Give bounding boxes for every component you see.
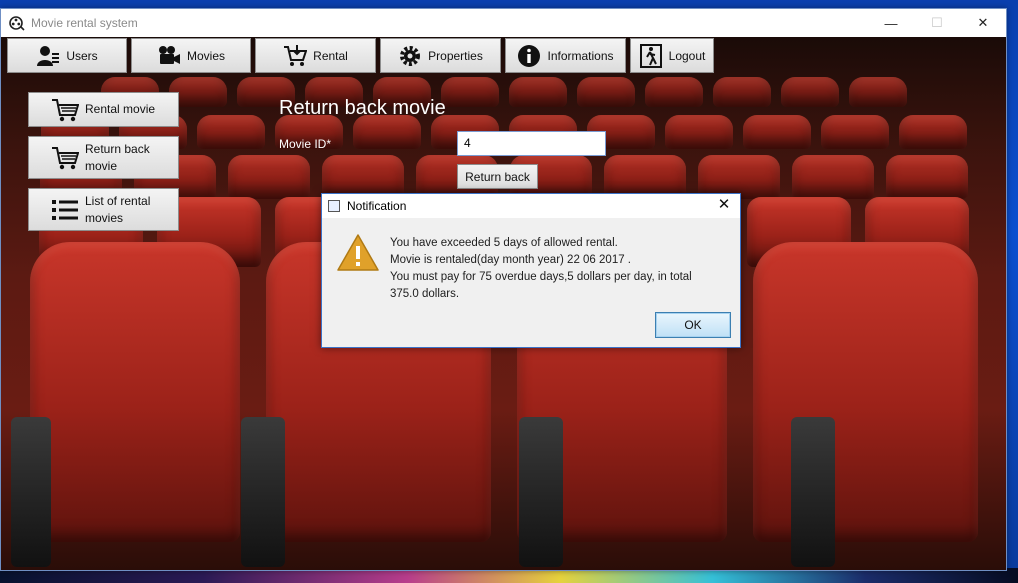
nav-logout-button[interactable]: Logout — [630, 38, 714, 73]
nav-properties-label: Properties — [428, 48, 483, 63]
dialog-message: You have exceeded 5 days of allowed rent… — [390, 235, 692, 303]
list-of-rental-movies-label-line2: movies — [85, 210, 124, 225]
shopping-cart-icon — [52, 146, 79, 169]
movie-camera-icon — [158, 45, 180, 64]
nav-users-label: Users — [66, 48, 98, 63]
list-of-rental-movies-label-line1: List of rental — [85, 193, 151, 208]
shopping-cart-icon — [52, 98, 79, 121]
user-icon — [37, 45, 60, 66]
dialog-message-line2: Movie is rentaled(day month year) 22 06 … — [390, 254, 631, 266]
nav-informations-label: Informations — [547, 48, 614, 63]
nav-rental-label: Rental — [313, 48, 348, 63]
nav-logout-label: Logout — [668, 48, 706, 63]
dialog-title: Notification — [347, 199, 407, 213]
close-button[interactable]: ✕ — [960, 9, 1006, 37]
list-icon — [52, 199, 78, 220]
dialog-message-line4: 375.0 dollars. — [390, 288, 460, 300]
title-bar: Movie rental system — ☐ ✕ — [1, 9, 1006, 37]
warning-icon — [337, 234, 379, 271]
nav-informations-button[interactable]: Informations — [505, 38, 626, 73]
movie-id-label: Movie ID* — [279, 137, 332, 151]
dialog-window-icon — [328, 200, 340, 212]
exit-door-icon — [639, 43, 662, 68]
shopping-cart-icon — [284, 44, 308, 66]
rental-movie-label: Rental movie — [85, 102, 156, 116]
return-back-movie-label-line1: Return back — [85, 141, 150, 156]
dialog-title-bar: Notification ✕ — [322, 194, 740, 218]
nav-rental-button[interactable]: Rental — [255, 38, 376, 73]
notification-dialog: Notification ✕ You have exceeded 5 days … — [321, 193, 741, 348]
top-navigation: Users Movies Rental Properties Informati… — [7, 38, 714, 73]
nav-users-button[interactable]: Users — [7, 38, 127, 73]
maximize-button[interactable]: ☐ — [914, 9, 960, 37]
rental-movie-button[interactable]: Rental movie — [28, 92, 179, 127]
movie-id-input[interactable]: 4 — [457, 131, 606, 156]
page-title: Return back movie — [279, 97, 446, 119]
minimize-button[interactable]: — — [868, 9, 914, 37]
return-back-movie-button[interactable]: Return back movie — [28, 136, 179, 179]
info-icon — [518, 44, 541, 67]
return-back-movie-label-line2: movie — [85, 158, 118, 173]
list-of-rental-movies-button[interactable]: List of rental movies — [28, 188, 179, 231]
ok-button[interactable]: OK — [655, 312, 731, 338]
gear-icon — [400, 45, 421, 66]
dialog-close-button[interactable]: ✕ — [716, 197, 732, 213]
nav-movies-label: Movies — [186, 48, 225, 63]
dialog-message-line3: You must pay for 75 overdue days,5 dolla… — [390, 271, 692, 283]
return-back-button[interactable]: Return back — [457, 164, 538, 189]
film-reel-icon — [9, 16, 25, 31]
dialog-message-line1: You have exceeded 5 days of allowed rent… — [390, 237, 618, 249]
window-title: Movie rental system — [31, 16, 138, 30]
nav-movies-button[interactable]: Movies — [131, 38, 251, 73]
nav-properties-button[interactable]: Properties — [380, 38, 501, 73]
